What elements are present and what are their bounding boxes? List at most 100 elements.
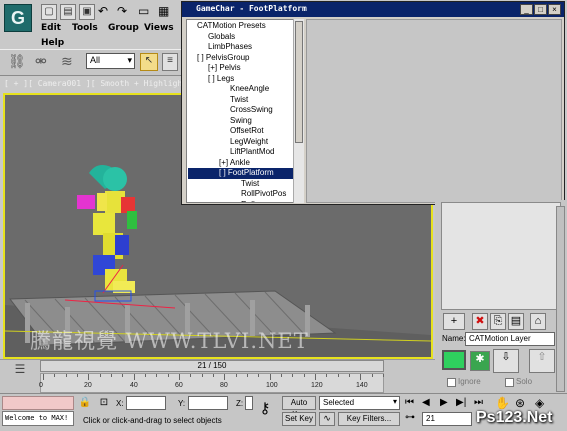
select-object-icon[interactable]: ↖ — [140, 53, 158, 71]
key-set-dropdown[interactable]: Selected ▾ — [319, 396, 400, 410]
timeline-tick-label: 100 — [266, 382, 278, 389]
menu-edit[interactable]: Edit — [41, 23, 61, 33]
play-icon[interactable]: ▶ — [440, 397, 448, 408]
new-file-icon[interactable]: ▢ — [41, 4, 57, 20]
orbit-icon[interactable]: ⊛ — [515, 396, 525, 410]
timeline-minor-tick — [281, 374, 282, 377]
key-mode-icon[interactable]: ⚷ — [252, 399, 278, 419]
absolute-mode-icon[interactable]: ⊡ — [97, 397, 111, 411]
tree-item[interactable]: Twist — [241, 179, 259, 190]
tree-item[interactable]: [+] Ankle — [219, 158, 250, 169]
timeline-minor-tick — [360, 374, 361, 377]
layer-name-field[interactable]: CATMotion Layer — [465, 332, 555, 346]
y-label: Y: — [178, 399, 186, 408]
add-layer-icon[interactable]: + — [443, 313, 465, 330]
timeline-minor-tick — [315, 374, 316, 377]
ignore-checkbox[interactable] — [447, 378, 456, 387]
tree-item[interactable]: [ ] PelvisGroup — [197, 53, 249, 64]
curve-editor-icon[interactable]: ☰ — [10, 362, 30, 380]
timeline-minor-tick — [202, 374, 203, 377]
close-icon[interactable]: × — [548, 4, 561, 15]
scene-icon[interactable]: ▦ — [158, 4, 169, 18]
next-frame-icon[interactable]: ▶| — [456, 397, 466, 408]
pan-icon[interactable]: ✋ — [495, 396, 510, 410]
viewport-label[interactable]: [ + ][ Camera001 ][ Smooth + Highlights … — [4, 79, 201, 88]
y-coordinate-field[interactable] — [188, 396, 228, 410]
current-frame-field[interactable]: 21 — [422, 412, 472, 426]
key-filters-button[interactable]: Key Filters... — [338, 412, 400, 426]
tree-item[interactable]: KneeAngle — [230, 84, 269, 95]
timeline-minor-tick — [122, 374, 123, 377]
status-prompt: Click or click-and-drag to select object… — [83, 416, 222, 425]
menu-views[interactable]: Views — [144, 23, 174, 33]
delete-layer-icon[interactable]: ✖ — [472, 313, 488, 330]
open-file-icon[interactable]: ▤ — [60, 4, 76, 20]
welcome-field[interactable]: Welcome to MAX! — [2, 411, 74, 426]
tree-item[interactable]: CrossSwing — [230, 105, 273, 116]
solo-checkbox[interactable] — [505, 378, 514, 387]
weights-icon[interactable]: ✱ — [470, 351, 490, 371]
project-icon[interactable]: ▭ — [138, 4, 149, 18]
undo-icon[interactable]: ↶ — [98, 4, 108, 18]
redo-icon[interactable]: ↷ — [117, 4, 127, 18]
padlock-icon[interactable]: 🔒 — [78, 397, 92, 411]
tree-item[interactable]: Globals — [208, 32, 235, 43]
tree-item[interactable]: Twist — [230, 95, 248, 106]
tree-scrollbar[interactable] — [293, 19, 304, 203]
timewarp-icon[interactable]: ⇧ — [529, 349, 555, 373]
key-filters-label: Key Filters... — [346, 414, 392, 423]
link-icon[interactable]: ⛓ — [8, 53, 26, 70]
tree-item[interactable]: [ ] FootPlatform — [188, 168, 294, 179]
tree-item[interactable]: LiftPlantMod — [230, 147, 274, 158]
previous-frame-icon[interactable]: ◀ — [422, 397, 430, 408]
time-slider[interactable]: 21 / 150 — [40, 360, 384, 372]
go-to-start-icon[interactable]: ⏮ — [405, 397, 414, 408]
tree-item[interactable]: RollPivotPos — [241, 189, 286, 200]
tree-item[interactable]: [+] Pelvis — [208, 63, 241, 74]
copy-layer-icon[interactable]: ⎘ — [490, 313, 506, 330]
dialog-title[interactable]: GameChar - FootPlatform — [182, 2, 564, 17]
go-to-end-icon[interactable]: ⏭ — [474, 397, 483, 408]
x-label: X: — [116, 399, 124, 408]
menu-help[interactable]: Help — [41, 38, 64, 48]
tree-item[interactable]: CATMotion Presets — [197, 21, 266, 32]
layer-color-swatch[interactable] — [442, 350, 466, 370]
tree-item[interactable]: LegWeight — [230, 137, 268, 148]
set-key-button[interactable]: Set Key — [282, 412, 316, 426]
auto-key-button[interactable]: Auto Key — [282, 396, 316, 419]
selection-filter-dropdown[interactable]: All ▾ — [86, 53, 135, 69]
command-panel-scrollbar[interactable] — [556, 206, 565, 392]
layer-settings-icon[interactable]: ⌂ — [530, 313, 546, 330]
tree-item[interactable]: Swing — [230, 116, 252, 127]
select-by-name-icon[interactable]: ≡ — [162, 53, 178, 71]
tree-item[interactable]: Roll — [241, 200, 255, 203]
timeline-tick-label: 20 — [84, 382, 92, 389]
layer-list[interactable] — [441, 202, 561, 310]
key-curve-icon[interactable]: ∿ — [319, 412, 335, 426]
bind-spacewarp-icon[interactable]: ≋ — [61, 53, 73, 70]
minimize-icon[interactable]: _ — [520, 4, 533, 15]
layer-tree[interactable]: CATMotion Presets Globals LimbPhases[ ] Pe… — [186, 19, 304, 203]
field-of-view-icon[interactable]: ◈ — [535, 396, 544, 410]
track-bar[interactable]: 0 20 40 60 80 100 120 140 — [39, 373, 384, 393]
ignore-label: Ignore — [458, 377, 481, 386]
key-mode-toggle-icon[interactable]: ⊶ — [405, 412, 415, 423]
paste-layer-icon[interactable]: ▤ — [508, 313, 524, 330]
timeline-minor-tick — [270, 374, 271, 377]
maximize-icon[interactable]: □ — [534, 4, 547, 15]
scrollbar-thumb[interactable] — [295, 21, 303, 143]
tree-item[interactable]: OffsetRot — [230, 126, 264, 137]
tree-item[interactable]: [ ] Legs — [208, 74, 234, 85]
timeline-minor-tick — [156, 374, 157, 377]
tree-item[interactable]: LimbPhases — [208, 42, 252, 53]
catmotion-dialog[interactable]: GameChar - FootPlatform _ □ × CATMotion … — [181, 1, 565, 205]
save-file-icon[interactable]: ▣ — [79, 4, 95, 20]
collapse-icon[interactable]: ⇩ — [493, 349, 519, 373]
max-logo-icon[interactable]: G — [4, 4, 32, 32]
x-coordinate-field[interactable] — [126, 396, 166, 410]
menu-tools[interactable]: Tools — [72, 23, 98, 33]
maxscript-listener[interactable] — [2, 396, 74, 410]
menu-group[interactable]: Group — [108, 23, 139, 33]
timeline-minor-tick — [190, 374, 191, 377]
unlink-icon[interactable]: ⚮ — [35, 53, 47, 70]
